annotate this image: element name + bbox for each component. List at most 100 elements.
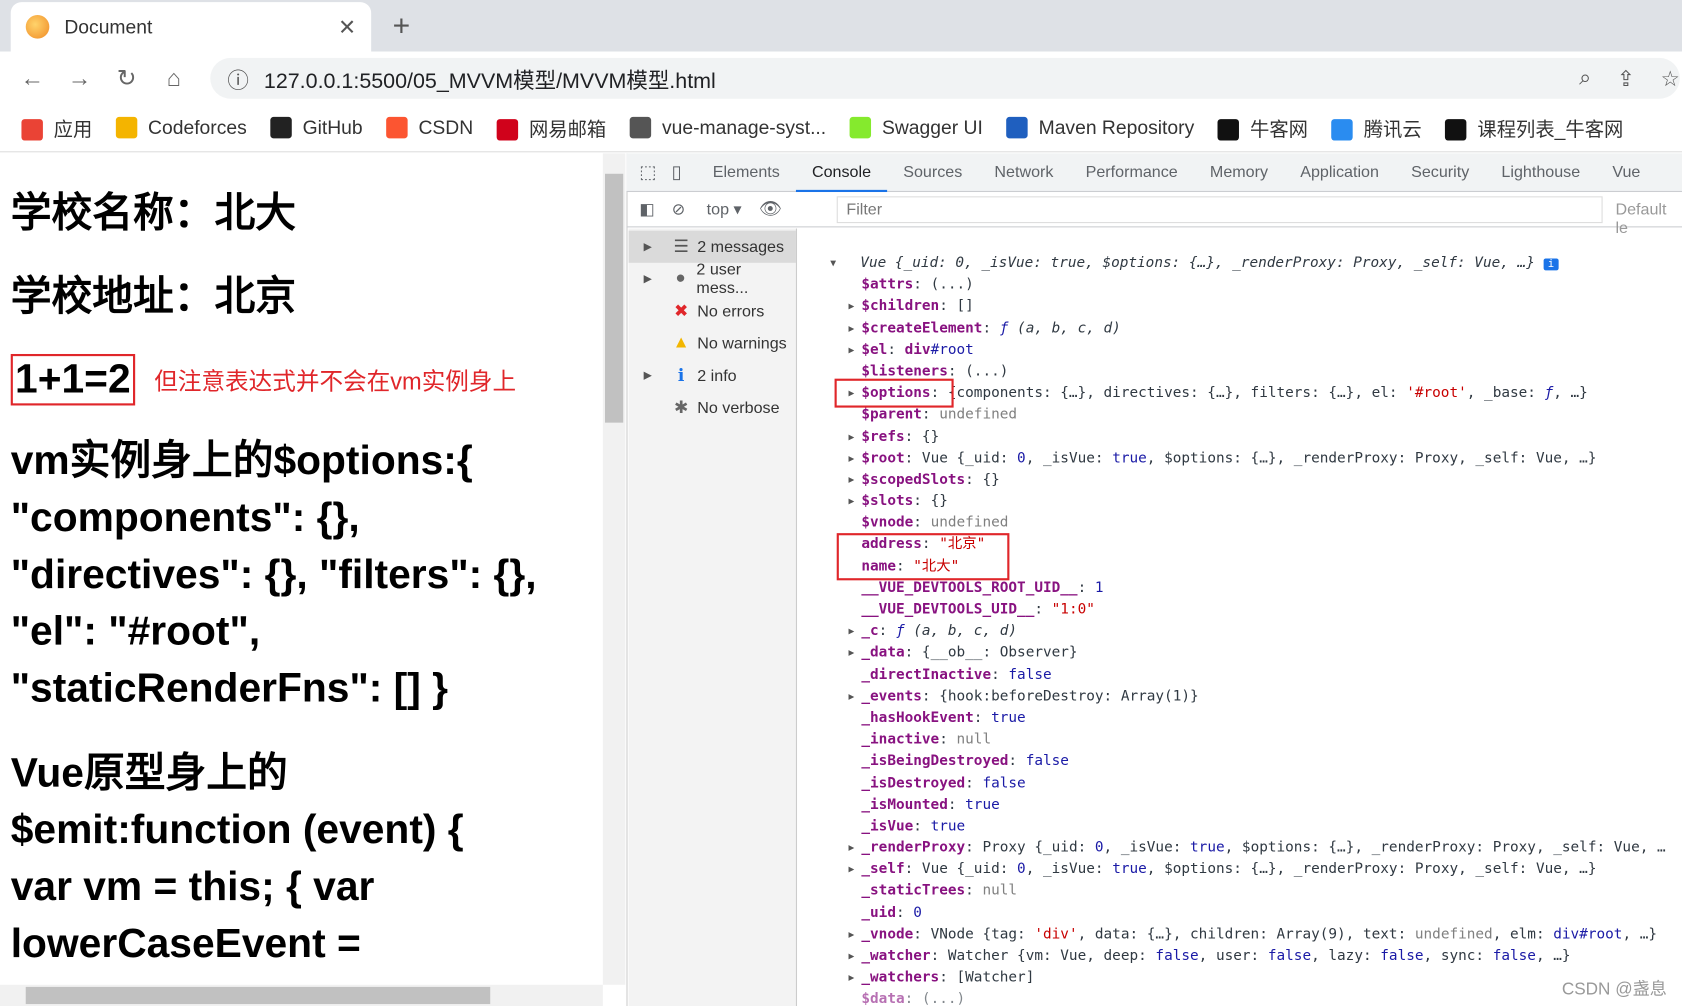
property-row[interactable]: ▶ $scopedSlots: {}: [830, 470, 1665, 492]
info-icon[interactable]: ⓘ: [227, 63, 248, 94]
property-value: true: [965, 796, 1000, 813]
property-row[interactable]: ▶ _renderProxy: Proxy {_uid: 0, _isVue: t…: [830, 838, 1666, 860]
bookmark-1[interactable]: Codeforces: [115, 116, 247, 140]
bookmark-icon: [21, 118, 43, 140]
new-tab-button[interactable]: +: [393, 9, 411, 43]
expand-arrow-icon[interactable]: ▶: [849, 470, 855, 492]
sidebar-item[interactable]: ▶ ☰ 2 messages: [628, 230, 796, 263]
home-icon[interactable]: ⌂: [150, 64, 197, 92]
bookmark-3[interactable]: CSDN: [386, 116, 473, 140]
filter-input[interactable]: Filter: [836, 196, 1603, 224]
tab-console[interactable]: Console: [795, 153, 888, 192]
expand-arrow-icon[interactable]: ▶: [849, 838, 855, 860]
expand-arrow-icon: ▶: [643, 369, 652, 382]
colon: :: [904, 428, 922, 445]
star-icon[interactable]: ☆: [1661, 65, 1680, 92]
expand-arrow-icon[interactable]: ▶: [849, 924, 855, 946]
clear-console-icon[interactable]: ⊘: [665, 200, 700, 219]
share-icon[interactable]: ⇪: [1617, 65, 1635, 92]
property-key: $attrs: [861, 276, 914, 294]
tab-security[interactable]: Security: [1395, 153, 1485, 192]
property-value: true: [1190, 839, 1225, 857]
property-row[interactable]: ▶ _data: {__ob__: Observer}: [830, 643, 1665, 665]
property-row[interactable]: ▶ _self: Vue {_uid: 0, _isVue: true, $opt…: [830, 860, 1665, 882]
console-object-header[interactable]: ▼ Vue {_uid: 0, _isVue: true, $options: {…: [830, 253, 1665, 275]
expand-arrow-icon[interactable]: ▶: [849, 426, 855, 448]
colon: :: [1077, 580, 1095, 597]
property-row[interactable]: ▶ $children: []: [830, 296, 1665, 318]
property-key: _watchers: [861, 969, 940, 987]
property-row[interactable]: ▶ _c: ƒ (a, b, c, d): [830, 621, 1665, 643]
back-icon[interactable]: ←: [9, 64, 56, 92]
expand-arrow-icon[interactable]: ▶: [849, 296, 855, 318]
bookmark-8[interactable]: 牛客网: [1217, 114, 1308, 142]
device-toggle-icon[interactable]: ▯: [667, 161, 696, 182]
property-row[interactable]: ▶ $createElement: ƒ (a, b, c, d): [830, 318, 1665, 340]
expand-arrow-icon[interactable]: ▶: [849, 860, 855, 882]
expand-arrow-icon[interactable]: ▶: [849, 491, 855, 513]
property-value: , _isVue:: [1025, 450, 1113, 467]
bookmark-5[interactable]: vue-manage-syst...: [629, 116, 826, 140]
colon: :: [939, 298, 957, 315]
context-select[interactable]: top ▾: [700, 200, 759, 219]
close-tab-icon[interactable]: ✕: [338, 13, 356, 40]
expand-arrow-icon[interactable]: ▶: [849, 318, 855, 340]
page-hscroll-thumb[interactable]: [25, 986, 491, 1005]
expand-arrow-icon[interactable]: ▶: [849, 621, 855, 643]
colon: :: [895, 904, 914, 922]
bookmark-2[interactable]: GitHub: [270, 116, 363, 140]
sidebar-item[interactable]: ✖ No errors: [629, 295, 796, 327]
zoom-icon[interactable]: ⌕: [1579, 66, 1591, 91]
bookmark-10[interactable]: 课程列表_牛客网: [1445, 114, 1623, 142]
sidebar-toggle-icon[interactable]: ◧: [626, 200, 665, 219]
tab-elements[interactable]: Elements: [697, 153, 796, 192]
browser-tab[interactable]: Document ✕: [10, 2, 372, 52]
forward-icon[interactable]: →: [56, 64, 103, 92]
bookmark-4[interactable]: 网易邮箱: [496, 114, 606, 142]
property-row[interactable]: ▶ _watchers: [Watcher]: [830, 968, 1665, 990]
sidebar-item[interactable]: ▲ No warnings: [629, 327, 796, 359]
tab-vue[interactable]: Vue: [1596, 153, 1656, 192]
property-row[interactable]: ▶ $refs: {}: [830, 426, 1665, 448]
property-row[interactable]: ▶ $slots: {}: [830, 491, 1665, 513]
property-value: "1:0": [1051, 601, 1095, 618]
page-scroll-thumb[interactable]: [605, 173, 624, 423]
log-levels-select[interactable]: Default le: [1615, 201, 1682, 237]
tab-application[interactable]: Application: [1284, 153, 1395, 192]
sidebar-item[interactable]: ▶ ℹ 2 info: [629, 359, 796, 391]
property-row[interactable]: ▶ $el: div#root: [830, 340, 1665, 362]
eye-icon[interactable]: 👁: [759, 198, 782, 219]
tab-sources[interactable]: Sources: [887, 153, 978, 192]
expand-arrow-icon[interactable]: ▶: [849, 340, 855, 362]
tab-lighthouse[interactable]: Lighthouse: [1485, 153, 1596, 192]
property-row[interactable]: ▶ $root: Vue {_uid: 0, _isVue: true, $opt…: [830, 448, 1665, 470]
tab-performance[interactable]: Performance: [1070, 153, 1194, 192]
expand-arrow-icon[interactable]: ▶: [849, 686, 855, 708]
expression-result: 1+1=2: [10, 353, 135, 406]
property-key: _isVue: [861, 818, 914, 835]
sidebar-item[interactable]: ✱ No verbose: [629, 392, 796, 424]
address-bar[interactable]: ⓘ 127.0.0.1:5500/05_MVVM模型/MVVM模型.html ⌕…: [210, 57, 1680, 99]
property-key: _events: [861, 688, 922, 705]
property-row[interactable]: ▶ _vnode: VNode {tag: 'div', data: {…}, c…: [830, 924, 1665, 946]
tab-memory[interactable]: Memory: [1194, 153, 1284, 192]
bookmark-9[interactable]: 腾讯云: [1331, 114, 1422, 142]
tab-network[interactable]: Network: [978, 153, 1069, 192]
sidebar-item[interactable]: ▶ ● 2 user mess...: [629, 261, 796, 297]
bookmark-label: 腾讯云: [1363, 118, 1422, 140]
expand-arrow-icon[interactable]: ▶: [849, 968, 855, 990]
bookmark-7[interactable]: Maven Repository: [1006, 116, 1194, 140]
inspect-icon[interactable]: ⬚: [626, 161, 667, 182]
filter-placeholder: Filter: [846, 200, 883, 219]
bookmark-6[interactable]: Swagger UI: [849, 116, 983, 140]
property-row[interactable]: ▶ $options: {components: {…}, directives:…: [830, 383, 1665, 405]
property-row[interactable]: ▶ _events: {hook:beforeDestroy: Array(1)}: [830, 686, 1665, 708]
expand-arrow-icon[interactable]: ▶: [849, 448, 855, 470]
property-row: $attrs: (...): [830, 275, 1665, 297]
reload-icon[interactable]: ↻: [103, 64, 150, 92]
property-value: true: [991, 710, 1026, 727]
expand-arrow-icon[interactable]: ▶: [849, 643, 855, 665]
expand-arrow-icon[interactable]: ▶: [849, 946, 855, 968]
bookmark-0[interactable]: 应用: [21, 114, 92, 142]
property-row[interactable]: ▶ _watcher: Watcher {vm: Vue, deep: false…: [830, 946, 1665, 968]
